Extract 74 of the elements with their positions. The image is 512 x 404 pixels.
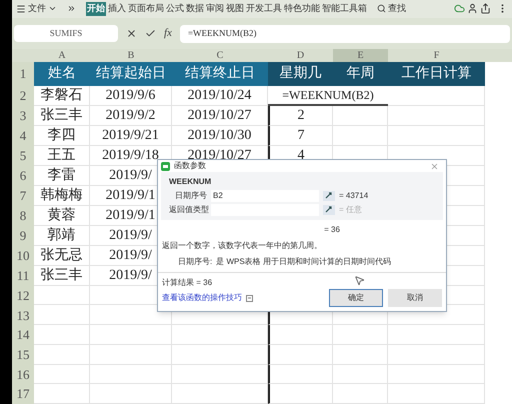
- row-header[interactable]: 3: [12, 106, 34, 126]
- ribbon-tab[interactable]: 特色功能: [284, 2, 320, 16]
- ribbon-tab[interactable]: 页面布局: [128, 2, 164, 16]
- row-header[interactable]: 2: [12, 86, 34, 106]
- function-button[interactable]: fx: [164, 25, 172, 42]
- table-cell: 2019/10/30: [172, 126, 268, 146]
- column-header[interactable]: F: [388, 49, 485, 62]
- table-cell: 黄蓉: [34, 206, 90, 226]
- argument-help-label: 日期序号:: [178, 256, 212, 268]
- header-cell: 姓名: [34, 62, 90, 86]
- table-cell: 王五: [34, 146, 90, 166]
- header-cell: 结算起始日: [90, 62, 172, 86]
- row-header[interactable]: 8: [12, 206, 34, 226]
- column-header[interactable]: C: [172, 49, 268, 62]
- dialog-button[interactable]: 取消: [388, 289, 442, 307]
- table-cell: 郭靖: [34, 226, 90, 246]
- row-header[interactable]: 16: [12, 364, 34, 384]
- function-name: WEEKNUM: [169, 176, 212, 188]
- argument-help: 是 WPS表格 用于日期和时间计算的日期时间代码: [216, 256, 391, 268]
- header-cell: 星期几: [268, 62, 333, 86]
- table-cell: 2019/9/6: [90, 86, 172, 106]
- ribbon-tab[interactable]: 审阅: [206, 2, 224, 16]
- table-cell: 7: [268, 126, 333, 146]
- ribbon-tab[interactable]: 开发工具: [246, 2, 282, 16]
- column-header[interactable]: D: [268, 49, 333, 62]
- ribbon-tab[interactable]: 插入: [108, 2, 126, 16]
- table-cell: 2: [268, 106, 333, 126]
- row-header[interactable]: 4: [12, 126, 34, 146]
- help-link[interactable]: 查看该函数的操作技巧: [162, 292, 242, 304]
- ribbon-tab[interactable]: 数据: [186, 2, 204, 16]
- dialog-button[interactable]: 确定: [329, 289, 383, 307]
- ribbon-tab[interactable]: 开始: [86, 2, 106, 16]
- header-cell: 结算终止日: [172, 62, 268, 86]
- table-cell: 韩梅梅: [34, 186, 90, 206]
- argument-result: = 43714: [339, 190, 368, 202]
- row-header[interactable]: 13: [12, 305, 34, 326]
- table-cell: 张三丰: [34, 106, 90, 126]
- row-header[interactable]: 14: [12, 325, 34, 345]
- cell-editor[interactable]: =WEEKNUM(B2): [268, 86, 388, 106]
- name-box[interactable]: SUMIFS: [14, 25, 118, 42]
- formula-result: = 36: [324, 224, 340, 236]
- row-header[interactable]: 6: [12, 166, 34, 186]
- table-cell: 2019/9/21: [90, 126, 172, 146]
- row-header[interactable]: 10: [12, 246, 34, 266]
- table-cell: 2019/10/27: [172, 106, 268, 126]
- column-header[interactable]: A: [34, 49, 90, 62]
- row-header[interactable]: 7: [12, 186, 34, 206]
- ribbon-tab[interactable]: 公式: [166, 2, 184, 16]
- row-header[interactable]: 17: [12, 384, 34, 404]
- column-header[interactable]: B: [90, 49, 172, 62]
- formula-field[interactable]: =WEEKNUM(B2): [180, 24, 510, 42]
- file-menu[interactable]: 文件: [28, 2, 46, 16]
- column-header[interactable]: E: [333, 49, 388, 62]
- row-header[interactable]: 1: [12, 62, 34, 86]
- table-cell: 2019/9/2: [90, 106, 172, 126]
- table-cell: 张无忌: [34, 246, 90, 266]
- header-cell: 年周: [333, 62, 388, 86]
- table-cell: 张三丰: [34, 266, 90, 286]
- row-header[interactable]: 11: [12, 266, 34, 286]
- table-cell: 李磐石: [34, 86, 90, 106]
- argument-field[interactable]: B2: [211, 190, 319, 202]
- argument-label: 返回值类型: [169, 204, 207, 216]
- search-label[interactable]: 查找: [388, 2, 406, 16]
- header-cell: 工作日计算: [388, 62, 485, 86]
- row-header[interactable]: 12: [12, 286, 34, 306]
- row-header[interactable]: 9: [12, 226, 34, 246]
- ribbon-tab[interactable]: 视图: [226, 2, 244, 16]
- argument-result: = 任意: [339, 204, 362, 216]
- argument-label: 日期序号: [174, 190, 207, 202]
- table-cell: 李雷: [34, 166, 90, 186]
- row-header[interactable]: 5: [12, 146, 34, 166]
- ribbon-tab[interactable]: 智能工具箱: [322, 2, 367, 16]
- row-header[interactable]: 15: [12, 344, 34, 365]
- table-cell: 李四: [34, 126, 90, 146]
